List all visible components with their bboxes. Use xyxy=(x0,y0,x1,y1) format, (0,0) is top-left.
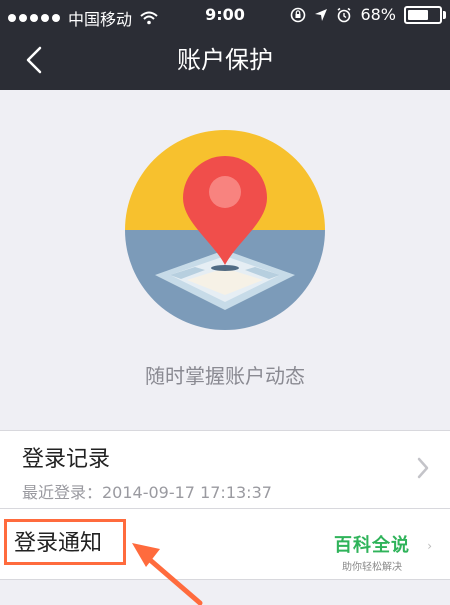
chevron-right-icon xyxy=(417,457,429,479)
login-record-item[interactable]: 登录记录 最近登录：2014-09-17 17:13:37 xyxy=(0,430,450,509)
rotation-lock-icon xyxy=(291,7,306,22)
login-notification-title: 登录通知 xyxy=(14,531,103,556)
battery-percent: 68% xyxy=(360,5,396,24)
login-record-title: 登录记录 xyxy=(22,447,111,472)
watermark-arrow-icon: › xyxy=(427,539,432,553)
last-login-time: 最近登录：2014-09-17 17:13:37 xyxy=(22,483,272,502)
location-icon xyxy=(315,8,328,21)
status-bar: 中国移动 9:00 68% xyxy=(0,0,450,30)
location-pin-illustration xyxy=(125,130,325,330)
status-right: 68% xyxy=(290,5,446,24)
battery-level-fill xyxy=(408,9,429,20)
alarm-icon xyxy=(337,7,351,22)
login-notification-item[interactable]: 登录通知 百科全说 助你轻松解决 › xyxy=(0,509,450,580)
page-title: 账户保护 xyxy=(177,46,273,74)
top-bar: 中国移动 9:00 68% 账户保护 xyxy=(0,0,450,90)
watermark-logo: 百科全说 助你轻松解决 xyxy=(334,531,410,573)
watermark-title: 百科全说 xyxy=(334,535,410,556)
illustration-caption: 随时掌握账户动态 xyxy=(145,364,305,388)
battery-icon xyxy=(404,5,446,24)
navigation-bar: 账户保护 xyxy=(0,30,450,90)
watermark-subtitle: 助你轻松解决 xyxy=(342,562,402,573)
